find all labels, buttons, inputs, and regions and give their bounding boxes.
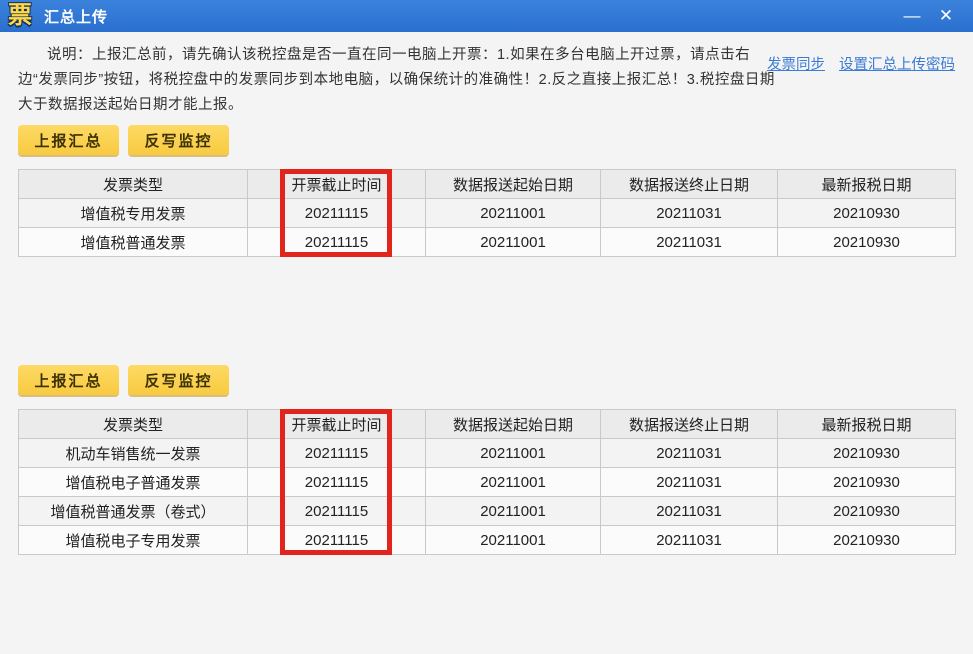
cell-latest-tax-date: 20210930 xyxy=(777,198,956,228)
summary-upload-window: 票 汇总上传 — ✕ 说明：上报汇总前，请先确认该税控盘是否一直在同一电脑上开票… xyxy=(0,0,973,654)
cell-issue-deadline: 20211115 xyxy=(247,467,426,497)
cell-report-end-date: 20211031 xyxy=(600,227,778,257)
cell-invoice-type: 增值税专用发票 xyxy=(18,198,248,228)
cell-invoice-type: 增值税普通发票（卷式） xyxy=(18,496,248,526)
cell-latest-tax-date: 20210930 xyxy=(777,467,956,497)
writeback-monitor-button-2[interactable]: 反写监控 xyxy=(128,365,229,395)
window-title: 汇总上传 xyxy=(44,8,109,26)
cell-report-start-date: 20211001 xyxy=(425,496,601,526)
invoice-table-1: 发票类型 开票截止时间 数据报送起始日期 数据报送终止日期 最新报税日期 增值税… xyxy=(18,169,956,257)
title-bar: 票 汇总上传 — ✕ xyxy=(0,0,973,32)
action-row-1: 上报汇总 反写监控 xyxy=(18,125,973,155)
report-summary-button-2[interactable]: 上报汇总 xyxy=(18,365,119,395)
cell-latest-tax-date: 20210930 xyxy=(777,496,956,526)
cell-latest-tax-date: 20210930 xyxy=(777,227,956,257)
cell-report-end-date: 20211031 xyxy=(600,198,778,228)
cell-issue-deadline: 20211115 xyxy=(247,198,426,228)
cell-report-end-date: 20211031 xyxy=(600,525,778,555)
column-header-report-end-date: 数据报送终止日期 xyxy=(600,169,778,199)
report-summary-button-1[interactable]: 上报汇总 xyxy=(18,125,119,155)
close-button[interactable]: ✕ xyxy=(929,2,963,30)
cell-issue-deadline: 20211115 xyxy=(247,496,426,526)
cell-invoice-type: 机动车销售统一发票 xyxy=(18,438,248,468)
column-header-latest-tax-date: 最新报税日期 xyxy=(777,169,956,199)
cell-latest-tax-date: 20210930 xyxy=(777,525,956,555)
table-row: 增值税电子专用发票 20211115 20211001 20211031 202… xyxy=(18,525,956,555)
invoice-sync-link[interactable]: 发票同步 xyxy=(767,57,825,73)
column-header-invoice-type: 发票类型 xyxy=(18,169,248,199)
invoice-table-2-wrap: 发票类型 开票截止时间 数据报送起始日期 数据报送终止日期 最新报税日期 机动车… xyxy=(18,409,956,555)
table-header-row: 发票类型 开票截止时间 数据报送起始日期 数据报送终止日期 最新报税日期 xyxy=(18,169,956,199)
cell-issue-deadline: 20211115 xyxy=(247,227,426,257)
table-row: 增值税普通发票（卷式） 20211115 20211001 20211031 2… xyxy=(18,496,956,526)
column-header-latest-tax-date: 最新报税日期 xyxy=(777,409,956,439)
cell-report-start-date: 20211001 xyxy=(425,438,601,468)
column-header-invoice-type: 发票类型 xyxy=(18,409,248,439)
cell-report-end-date: 20211031 xyxy=(600,496,778,526)
cell-issue-deadline: 20211115 xyxy=(247,525,426,555)
column-header-report-end-date: 数据报送终止日期 xyxy=(600,409,778,439)
column-header-report-start-date: 数据报送起始日期 xyxy=(425,169,601,199)
cell-invoice-type: 增值税电子专用发票 xyxy=(18,525,248,555)
cell-report-end-date: 20211031 xyxy=(600,467,778,497)
set-upload-password-link[interactable]: 设置汇总上传密码 xyxy=(839,57,955,73)
invoice-table-2: 发票类型 开票截止时间 数据报送起始日期 数据报送终止日期 最新报税日期 机动车… xyxy=(18,409,956,555)
action-row-2: 上报汇总 反写监控 xyxy=(18,365,973,395)
column-header-report-start-date: 数据报送起始日期 xyxy=(425,409,601,439)
invoice-table-1-wrap: 发票类型 开票截止时间 数据报送起始日期 数据报送终止日期 最新报税日期 增值税… xyxy=(18,169,956,257)
notice-area: 说明：上报汇总前，请先确认该税控盘是否一直在同一电脑上开票：1.如果在多台电脑上… xyxy=(0,32,973,118)
cell-report-start-date: 20211001 xyxy=(425,198,601,228)
table-row: 机动车销售统一发票 20211115 20211001 20211031 202… xyxy=(18,438,956,468)
cell-latest-tax-date: 20210930 xyxy=(777,438,956,468)
column-header-issue-deadline: 开票截止时间 xyxy=(247,409,426,439)
cell-report-start-date: 20211001 xyxy=(425,467,601,497)
table-header-row: 发票类型 开票截止时间 数据报送起始日期 数据报送终止日期 最新报税日期 xyxy=(18,409,956,439)
cell-invoice-type: 增值税普通发票 xyxy=(18,227,248,257)
table-row: 增值税专用发票 20211115 20211001 20211031 20210… xyxy=(18,198,956,228)
cell-report-end-date: 20211031 xyxy=(600,438,778,468)
writeback-monitor-button-1[interactable]: 反写监控 xyxy=(128,125,229,155)
cell-report-start-date: 20211001 xyxy=(425,227,601,257)
notice-text: 说明：上报汇总前，请先确认该税控盘是否一直在同一电脑上开票：1.如果在多台电脑上… xyxy=(18,47,775,113)
link-group: 发票同步 设置汇总上传密码 xyxy=(757,53,955,74)
cell-invoice-type: 增值税电子普通发票 xyxy=(18,467,248,497)
table-row: 增值税普通发票 20211115 20211001 20211031 20210… xyxy=(18,227,956,257)
column-header-issue-deadline: 开票截止时间 xyxy=(247,169,426,199)
cell-issue-deadline: 20211115 xyxy=(247,438,426,468)
minimize-button[interactable]: — xyxy=(895,2,929,30)
table-row: 增值税电子普通发票 20211115 20211001 20211031 202… xyxy=(18,467,956,497)
cell-report-start-date: 20211001 xyxy=(425,525,601,555)
app-logo-icon: 票 xyxy=(8,2,32,29)
